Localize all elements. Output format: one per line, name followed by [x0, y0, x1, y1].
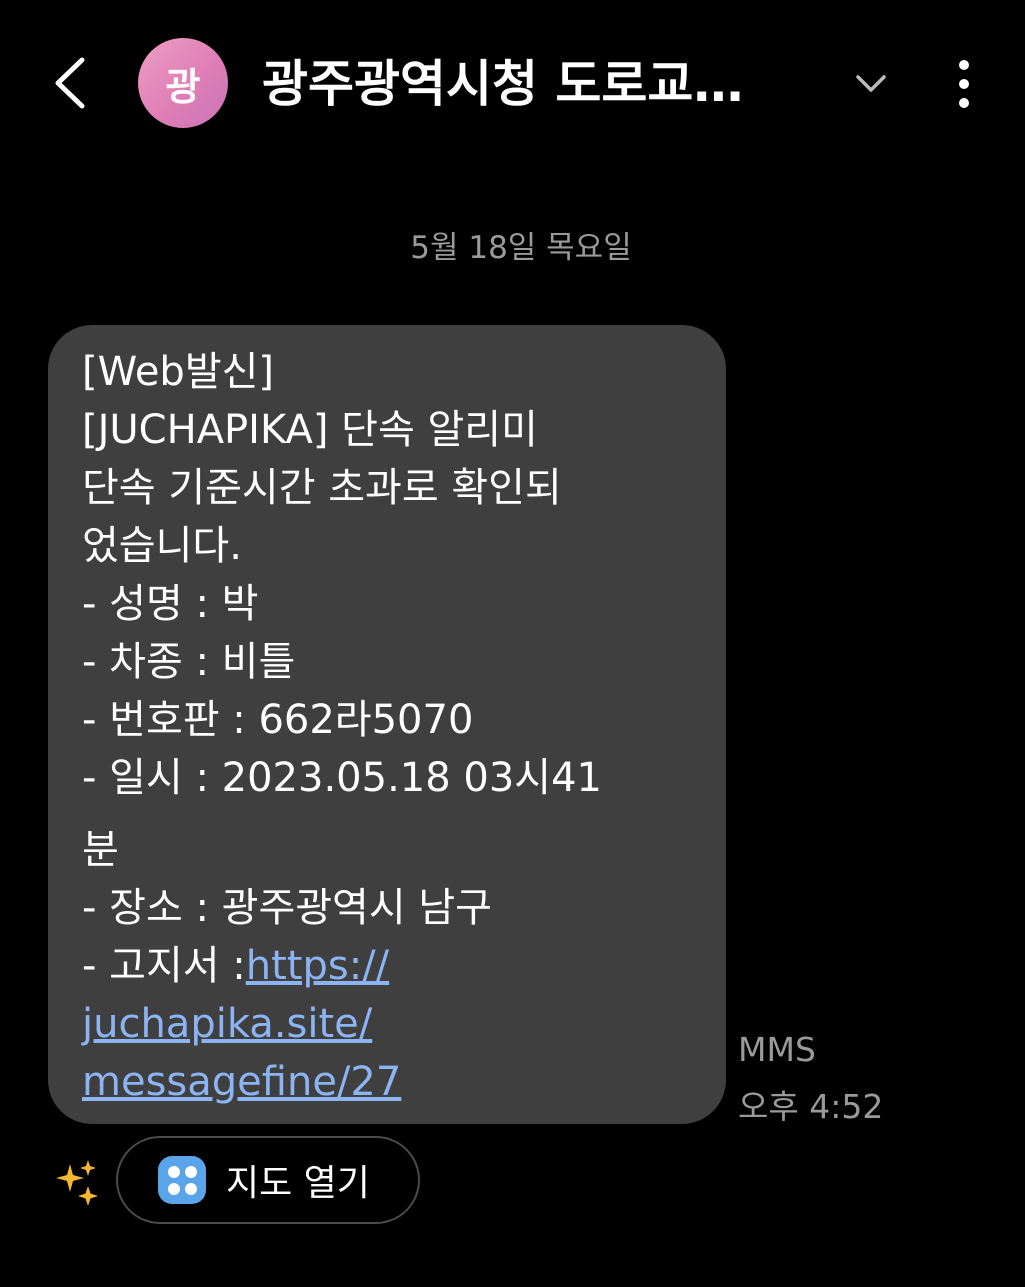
notice-link[interactable]: https:// [246, 943, 389, 989]
conversation-screen: 광 광주광역시청 도로교… 5월 18일 목요일 [Web발신] [JUCHAP… [0, 0, 1025, 1287]
open-map-button[interactable]: 지도 열기 [116, 1136, 420, 1224]
back-arrow-icon[interactable] [42, 48, 102, 118]
open-map-label: 지도 열기 [226, 1163, 370, 1204]
notice-link[interactable]: juchapika.site/ [82, 1001, 372, 1047]
message-time: 오후 4:52 [738, 1087, 884, 1126]
avatar[interactable]: 광 [138, 38, 228, 128]
message-line: [JUCHAPIKA] 단속 알리미 [82, 407, 538, 453]
message-line: 었습니다. [82, 523, 242, 569]
message-line: - 차종 : 비틀 [82, 639, 296, 685]
message-line: - 성명 : 박 [82, 581, 259, 627]
more-vertical-icon[interactable] [944, 56, 984, 112]
notice-label: - 고지서 : [82, 943, 246, 989]
message-line: messagefine/27 [82, 1053, 696, 1111]
message-line: - 번호판 : 662라5070 [82, 697, 474, 743]
conversation-title[interactable]: 광주광역시청 도로교… [262, 44, 822, 124]
message-line: 단속 기준시간 초과로 확인되 [82, 465, 562, 511]
message-type: MMS [738, 1030, 816, 1069]
message-line: juchapika.site/ [82, 995, 696, 1053]
date-divider: 5월 18일 목요일 [410, 230, 632, 266]
message-bubble[interactable]: [Web발신] [JUCHAPIKA] 단속 알리미 단속 기준시간 초과로 확… [48, 325, 726, 1124]
message-line: - 장소 : 광주광역시 남구 [82, 885, 492, 931]
message-line: 분 [82, 827, 119, 873]
message-line: [Web발신] [82, 349, 275, 395]
sparkle-icon [52, 1158, 102, 1208]
notice-link[interactable]: messagefine/27 [82, 1059, 401, 1105]
message-line: - 일시 : 2023.05.18 03시41 [82, 755, 602, 801]
map-apps-icon [158, 1156, 206, 1204]
message-line: - 고지서 :https:// [82, 937, 696, 995]
chevron-down-icon[interactable] [850, 62, 892, 104]
